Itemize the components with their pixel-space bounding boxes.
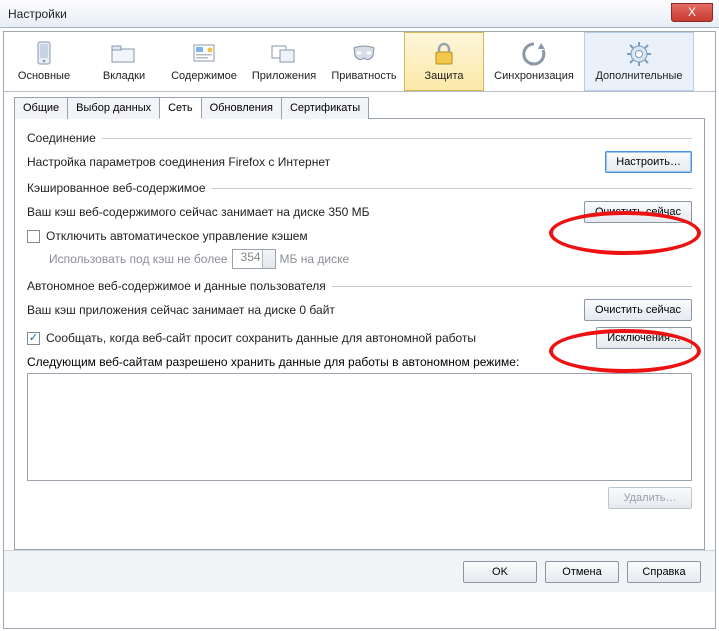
category-label: Приватность (331, 70, 396, 82)
gear-icon (626, 41, 652, 67)
applications-icon (271, 41, 297, 67)
phone-icon (31, 41, 57, 67)
category-label: Основные (18, 70, 70, 82)
category-label: Защита (425, 70, 464, 82)
category-privacy[interactable]: Приватность (324, 32, 404, 91)
lock-icon (431, 41, 457, 67)
offline-allowed-label: Следующим веб-сайтам разрешено хранить д… (27, 355, 519, 369)
category-applications[interactable]: Приложения (244, 32, 324, 91)
title-bar: Настройки X (0, 0, 719, 28)
window-body: Основные Вкладки Содержимое Приложения П… (3, 31, 716, 629)
cache-limit-input[interactable]: 354 (232, 249, 276, 269)
category-label: Содержимое (171, 70, 237, 82)
category-label: Синхронизация (494, 70, 574, 82)
category-sync[interactable]: Синхронизация (484, 32, 584, 91)
content-icon (191, 41, 217, 67)
offline-sites-listbox[interactable] (27, 373, 692, 481)
tab-general[interactable]: Общие (14, 97, 68, 119)
offline-exceptions-button[interactable]: Исключения… (596, 327, 692, 349)
category-content[interactable]: Содержимое (164, 32, 244, 91)
cancel-button[interactable]: Отмена (545, 561, 619, 583)
clear-cache-button[interactable]: Очистить сейчас (584, 201, 692, 223)
mask-icon (351, 41, 377, 67)
category-security[interactable]: Защита (404, 32, 484, 91)
sync-icon (521, 41, 547, 67)
offline-usage-text: Ваш кэш приложения сейчас занимает на ди… (27, 303, 584, 317)
cache-usage-text: Ваш кэш веб-содержимого сейчас занимает … (27, 205, 584, 219)
offline-notify-label: Сообщать, когда веб-сайт просит сохранит… (46, 331, 596, 345)
configure-connection-button[interactable]: Настроить… (605, 151, 692, 173)
help-button[interactable]: Справка (627, 561, 701, 583)
offline-notify-checkbox[interactable] (27, 332, 40, 345)
category-general[interactable]: Основные (4, 32, 84, 91)
category-label: Приложения (252, 70, 316, 82)
window-title: Настройки (8, 7, 67, 21)
tab-certificates[interactable]: Сертификаты (281, 97, 369, 119)
tab-data-choices[interactable]: Выбор данных (67, 97, 160, 119)
connection-desc: Настройка параметров соединения Firefox … (27, 155, 605, 169)
dialog-footer: OK Отмена Справка (4, 550, 715, 592)
category-label: Вкладки (103, 70, 145, 82)
category-advanced[interactable]: Дополнительные (584, 32, 694, 91)
network-panel: Соединение Настройка параметров соединен… (14, 118, 705, 550)
delete-offline-site-button: Удалить… (608, 487, 692, 509)
category-toolbar: Основные Вкладки Содержимое Приложения П… (4, 32, 715, 92)
clear-offline-button[interactable]: Очистить сейчас (584, 299, 692, 321)
offline-legend: Автономное веб-содержимое и данные польз… (27, 279, 692, 293)
cached-legend: Кэшированное веб-содержимое (27, 181, 692, 195)
connection-legend: Соединение (27, 131, 692, 145)
folder-icon (111, 41, 137, 67)
disable-auto-cache-label: Отключить автоматическое управление кэше… (46, 229, 692, 243)
cache-limit-suffix: МБ на диске (280, 252, 350, 266)
ok-button[interactable]: OK (463, 561, 537, 583)
window-close-button[interactable]: X (671, 3, 713, 22)
tab-updates[interactable]: Обновления (201, 97, 282, 119)
cache-limit-prefix: Использовать под кэш не более (49, 252, 228, 266)
tab-network[interactable]: Сеть (159, 97, 201, 119)
category-label: Дополнительные (595, 70, 682, 82)
category-tabs[interactable]: Вкладки (84, 32, 164, 91)
advanced-tabs: Общие Выбор данных Сеть Обновления Серти… (14, 97, 715, 119)
disable-auto-cache-checkbox[interactable] (27, 230, 40, 243)
